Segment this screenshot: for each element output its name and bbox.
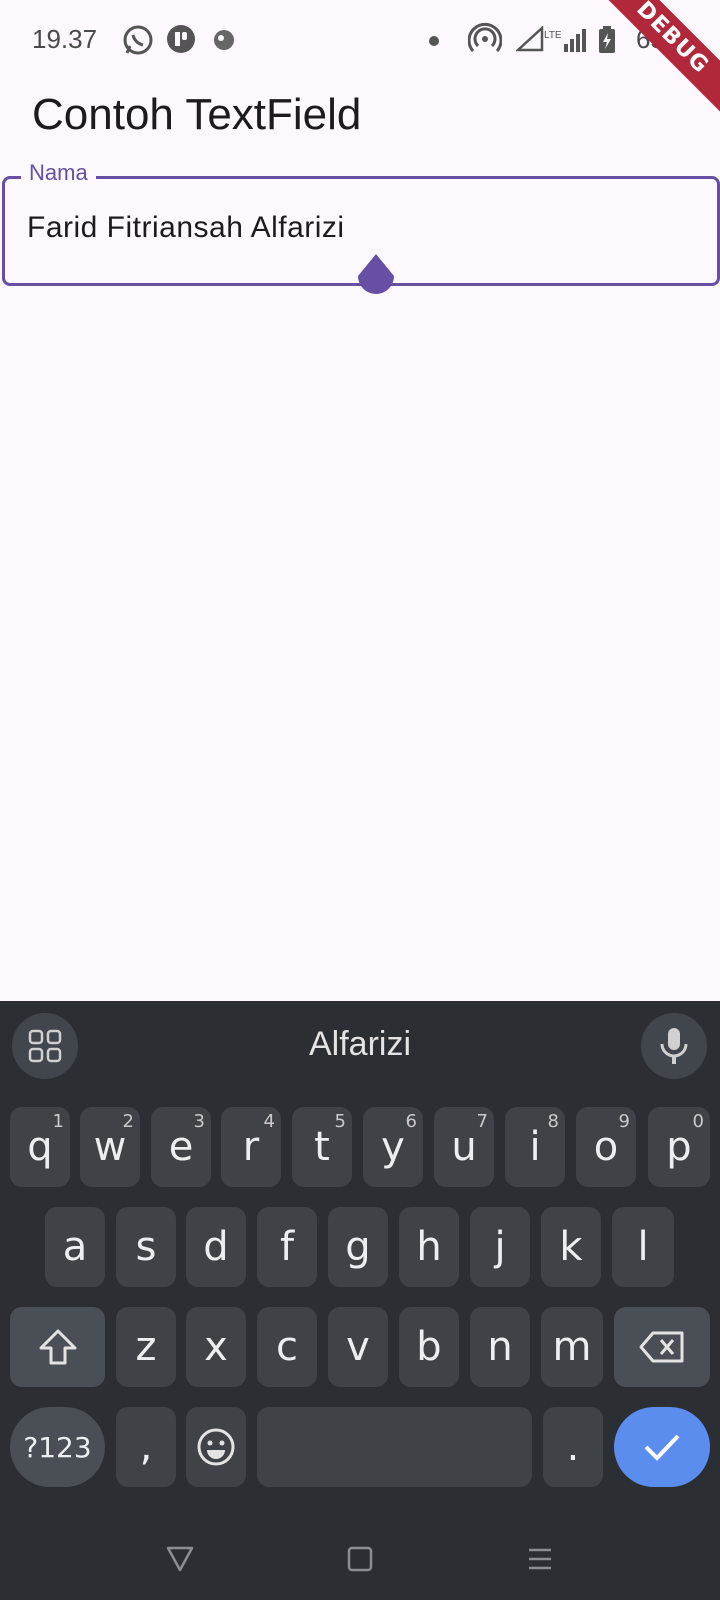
key-hint: 0: [692, 1111, 704, 1132]
back-icon: [166, 1546, 194, 1572]
microphone-icon: [660, 1028, 688, 1064]
signal-icon: [562, 28, 590, 57]
key-h[interactable]: h: [399, 1207, 459, 1287]
home-icon: [347, 1546, 373, 1572]
vpn-icon: [212, 28, 236, 57]
key-label: p: [666, 1124, 692, 1170]
app-icon: [166, 24, 196, 59]
emoji-key[interactable]: [186, 1407, 246, 1487]
key-c[interactable]: c: [257, 1307, 317, 1387]
key-label: i: [529, 1124, 541, 1170]
nav-recents-button[interactable]: [524, 1543, 556, 1575]
whatsapp-icon: [122, 24, 154, 61]
key-b[interactable]: b: [399, 1307, 459, 1387]
shift-icon: [39, 1329, 76, 1365]
key-g[interactable]: g: [328, 1207, 388, 1287]
key-v[interactable]: v: [328, 1307, 388, 1387]
shift-key[interactable]: [10, 1307, 105, 1387]
key-s[interactable]: s: [116, 1207, 176, 1287]
emoji-icon: [197, 1428, 235, 1466]
key-n[interactable]: n: [470, 1307, 530, 1387]
comma-key[interactable]: ,: [116, 1407, 176, 1487]
key-hint: 3: [193, 1111, 205, 1132]
key-k[interactable]: k: [541, 1207, 601, 1287]
key-label: u: [451, 1124, 477, 1170]
signal-lte-icon: LTE: [514, 25, 564, 57]
nav-back-button[interactable]: [164, 1543, 196, 1575]
key-m[interactable]: m: [541, 1307, 603, 1387]
key-i[interactable]: i8: [505, 1107, 565, 1187]
space-key[interactable]: [257, 1407, 532, 1487]
key-label: r: [242, 1124, 260, 1170]
key-q[interactable]: q1: [10, 1107, 70, 1187]
key-hint: 5: [334, 1111, 346, 1132]
key-e[interactable]: e3: [151, 1107, 211, 1187]
hotspot-icon: [467, 22, 503, 61]
key-label: q: [27, 1124, 53, 1170]
recents-icon: [529, 1548, 551, 1570]
key-label: y: [381, 1124, 405, 1170]
key-u[interactable]: u7: [434, 1107, 494, 1187]
key-hint: 2: [122, 1111, 134, 1132]
system-navigation-bar: [0, 1501, 720, 1600]
key-d[interactable]: d: [186, 1207, 246, 1287]
key-t[interactable]: t5: [292, 1107, 352, 1187]
keyboard-suggestion-bar: Alfarizi: [0, 1001, 720, 1089]
key-p[interactable]: p0: [648, 1107, 710, 1187]
key-o[interactable]: o9: [576, 1107, 636, 1187]
field-value[interactable]: Farid Fitriansah Alfarizi: [27, 211, 345, 245]
soft-keyboard: Alfarizi q1 w2 e3 r4 t5 y6 u7 i8 o9 p0 a…: [0, 1001, 720, 1600]
svg-text:LTE: LTE: [544, 30, 562, 41]
word-suggestion[interactable]: Alfarizi: [0, 1025, 720, 1064]
nav-home-button[interactable]: [344, 1543, 376, 1575]
check-icon: [644, 1434, 680, 1461]
battery-icon: [598, 26, 616, 59]
key-hint: 6: [405, 1111, 417, 1132]
key-hint: 9: [618, 1111, 630, 1132]
key-y[interactable]: y6: [363, 1107, 423, 1187]
field-label: Nama: [21, 163, 96, 183]
enter-key[interactable]: [614, 1407, 710, 1487]
key-l[interactable]: l: [612, 1207, 674, 1287]
key-r[interactable]: r4: [221, 1107, 281, 1187]
key-hint: 1: [52, 1111, 64, 1132]
period-key[interactable]: .: [543, 1407, 603, 1487]
key-label: o: [593, 1124, 619, 1170]
key-label: w: [93, 1124, 127, 1170]
status-time: 19.37: [32, 24, 98, 54]
key-x[interactable]: x: [186, 1307, 246, 1387]
key-hint: 4: [263, 1111, 275, 1132]
backspace-key[interactable]: [614, 1307, 710, 1387]
text-cursor-handle[interactable]: [354, 252, 398, 300]
key-label: t: [314, 1124, 330, 1170]
status-bar: 19.37 LTE 65%: [0, 0, 720, 80]
symbols-key[interactable]: ?123: [10, 1407, 105, 1487]
backspace-icon: [639, 1331, 684, 1363]
key-a[interactable]: a: [45, 1207, 105, 1287]
key-j[interactable]: j: [470, 1207, 530, 1287]
key-hint: 8: [547, 1111, 559, 1132]
key-w[interactable]: w2: [80, 1107, 140, 1187]
key-hint: 7: [476, 1111, 488, 1132]
page-title: Contoh TextField: [32, 90, 362, 139]
key-label: e: [168, 1124, 194, 1170]
key-f[interactable]: f: [257, 1207, 317, 1287]
voice-input-button[interactable]: [641, 1013, 707, 1079]
key-z[interactable]: z: [116, 1307, 176, 1387]
dot-icon: [428, 34, 440, 52]
